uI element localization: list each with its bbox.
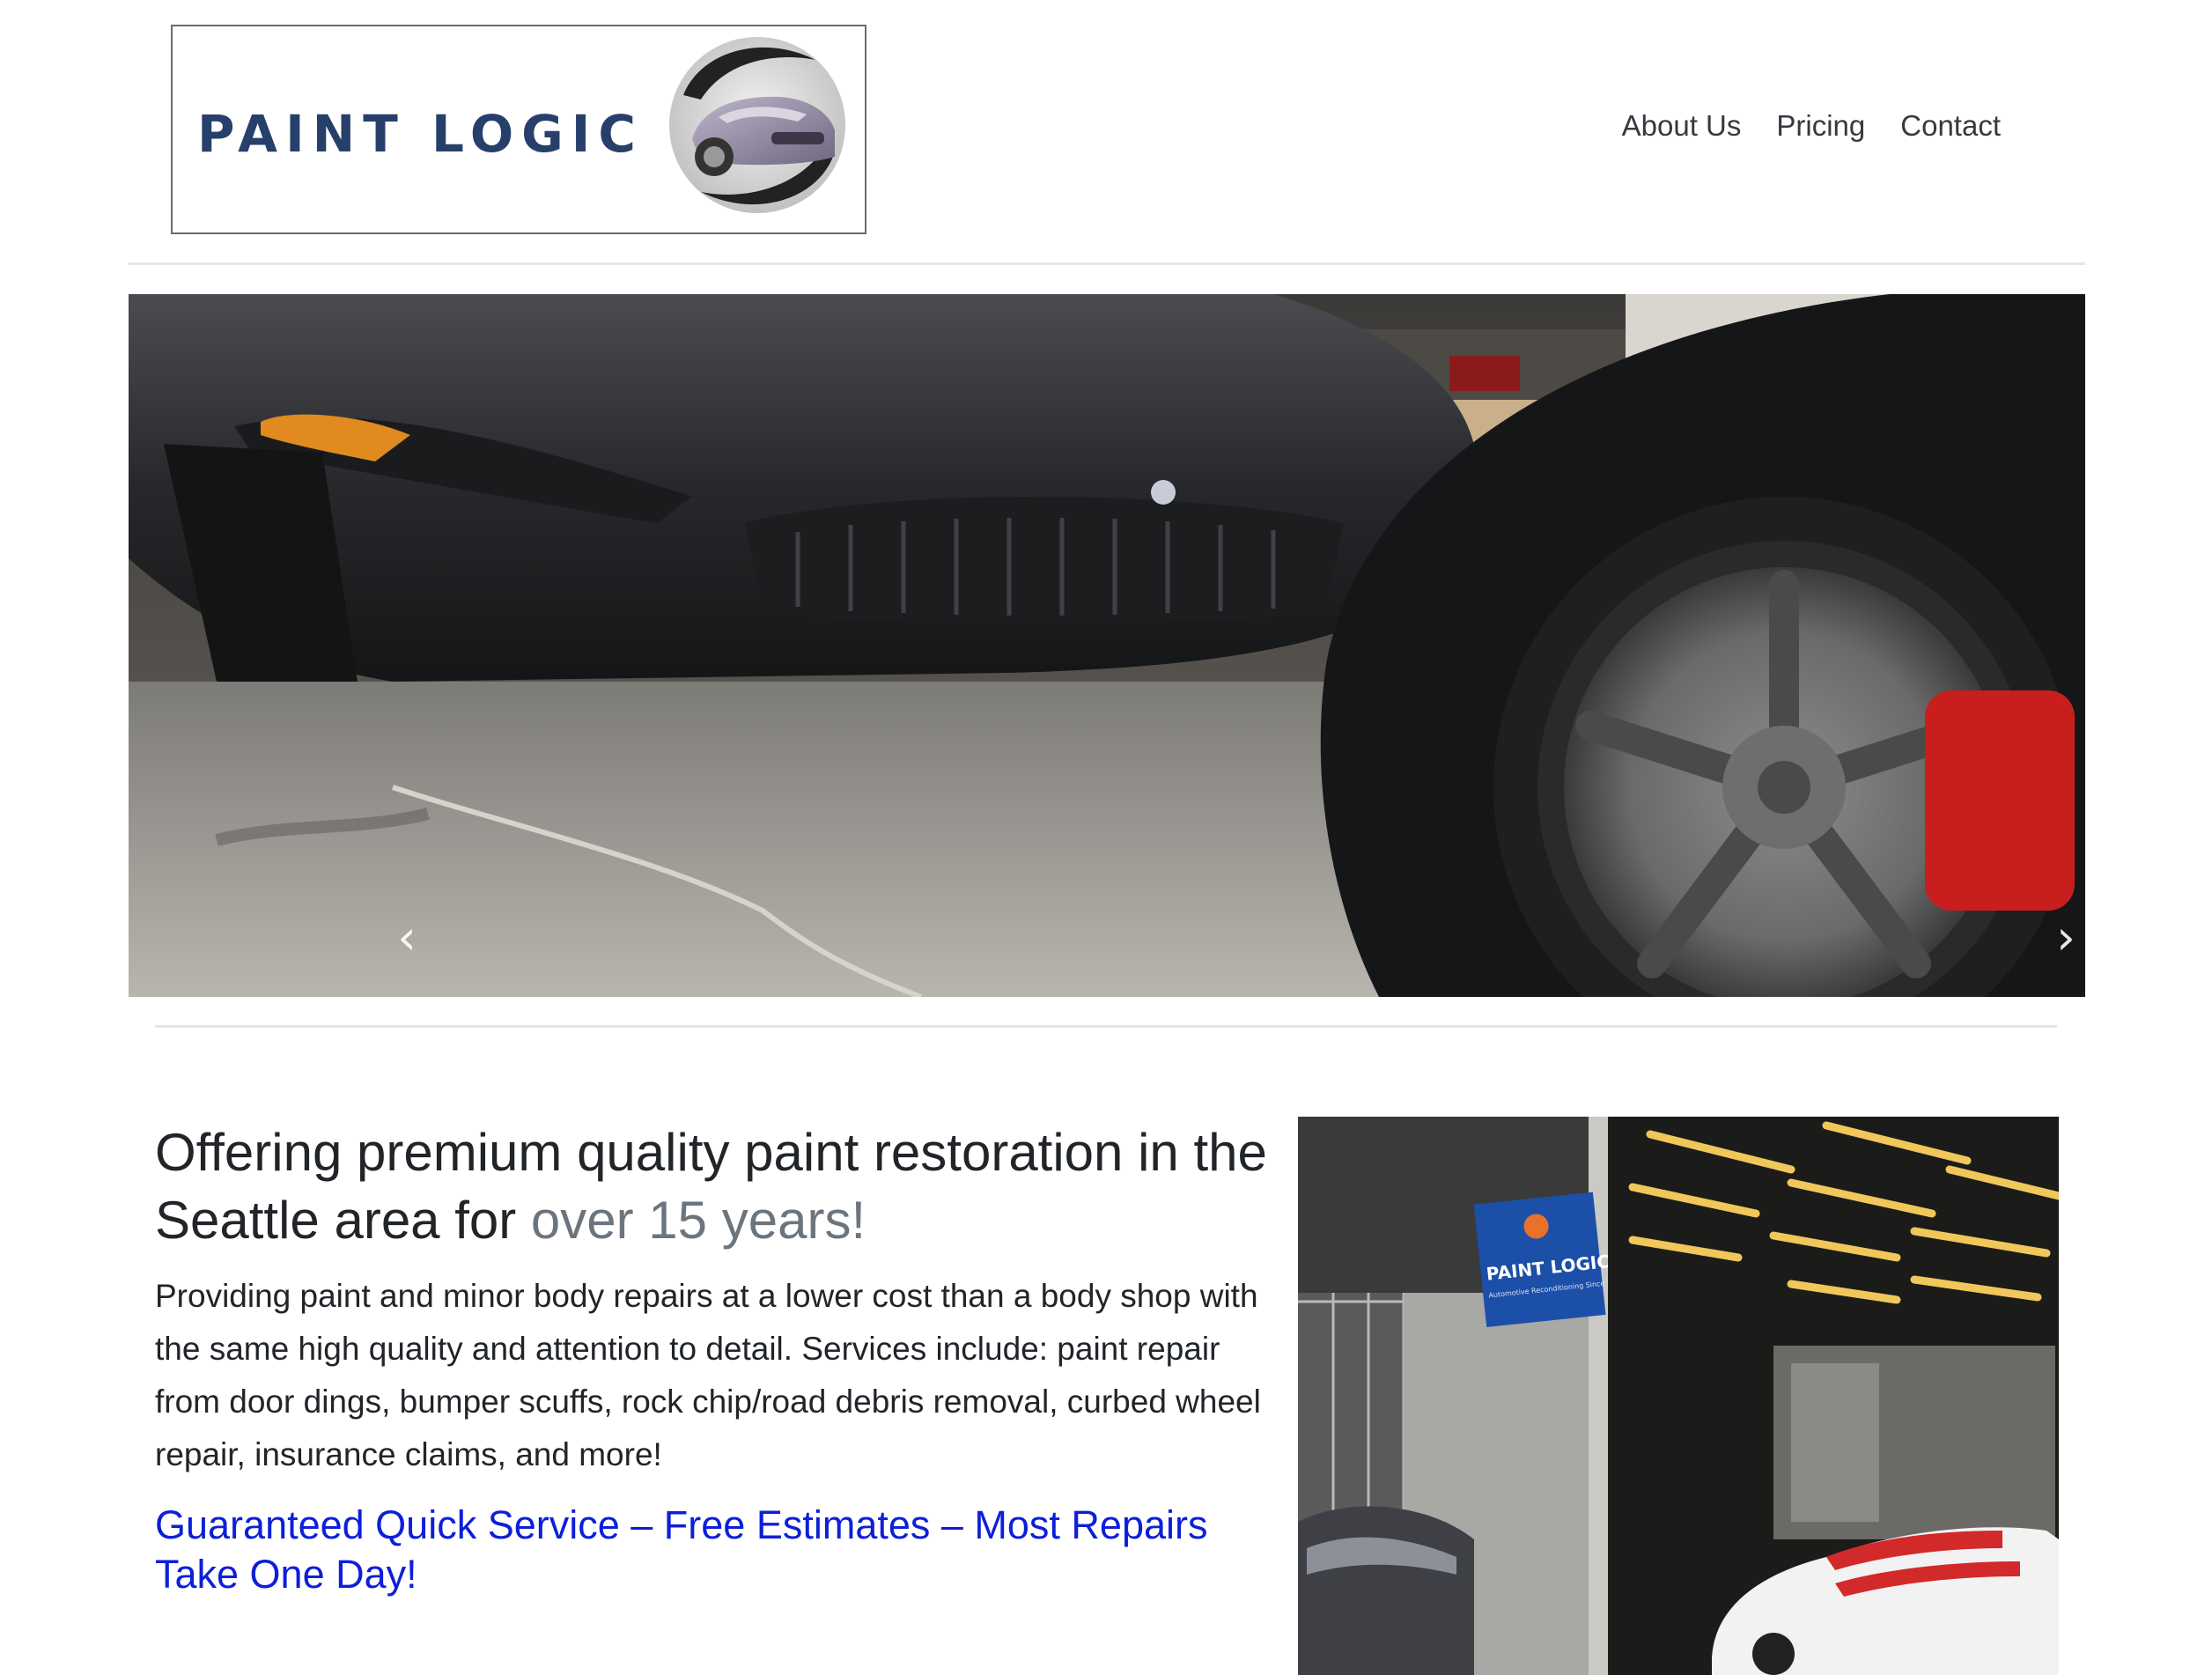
guarantee-tagline[interactable]: Guaranteed Quick Service – Free Estimate…	[155, 1501, 1273, 1599]
hero-image	[129, 294, 2085, 997]
page-headline: Offering premium quality paint restorati…	[155, 1118, 1273, 1254]
page: PAINT LOGIC About Us Pricing Contact ‹ ›…	[0, 0, 2212, 1675]
car-badge-icon	[669, 37, 845, 213]
header-divider	[129, 262, 2085, 265]
logo-text: PAINT LOGIC	[197, 104, 644, 164]
services-description: Providing paint and minor body repairs a…	[155, 1278, 1261, 1472]
site-logo[interactable]: PAINT LOGIC	[171, 25, 866, 234]
carousel-prev-button[interactable]: ‹	[380, 910, 433, 965]
headline-emphasis: over 15 years!	[530, 1191, 866, 1250]
nav-pricing[interactable]: Pricing	[1776, 109, 1865, 143]
main-nav: About Us Pricing Contact	[1622, 109, 2001, 143]
hero-carousel[interactable]: ‹ ›	[129, 294, 2085, 997]
carousel-next-button[interactable]: ›	[2039, 910, 2085, 965]
shop-photo: PAINT LOGIC Automotive Reconditioning Si…	[1298, 1117, 2059, 1675]
nav-contact[interactable]: Contact	[1900, 109, 2001, 143]
nav-about-us[interactable]: About Us	[1622, 109, 1742, 143]
section-divider	[155, 1025, 2057, 1028]
